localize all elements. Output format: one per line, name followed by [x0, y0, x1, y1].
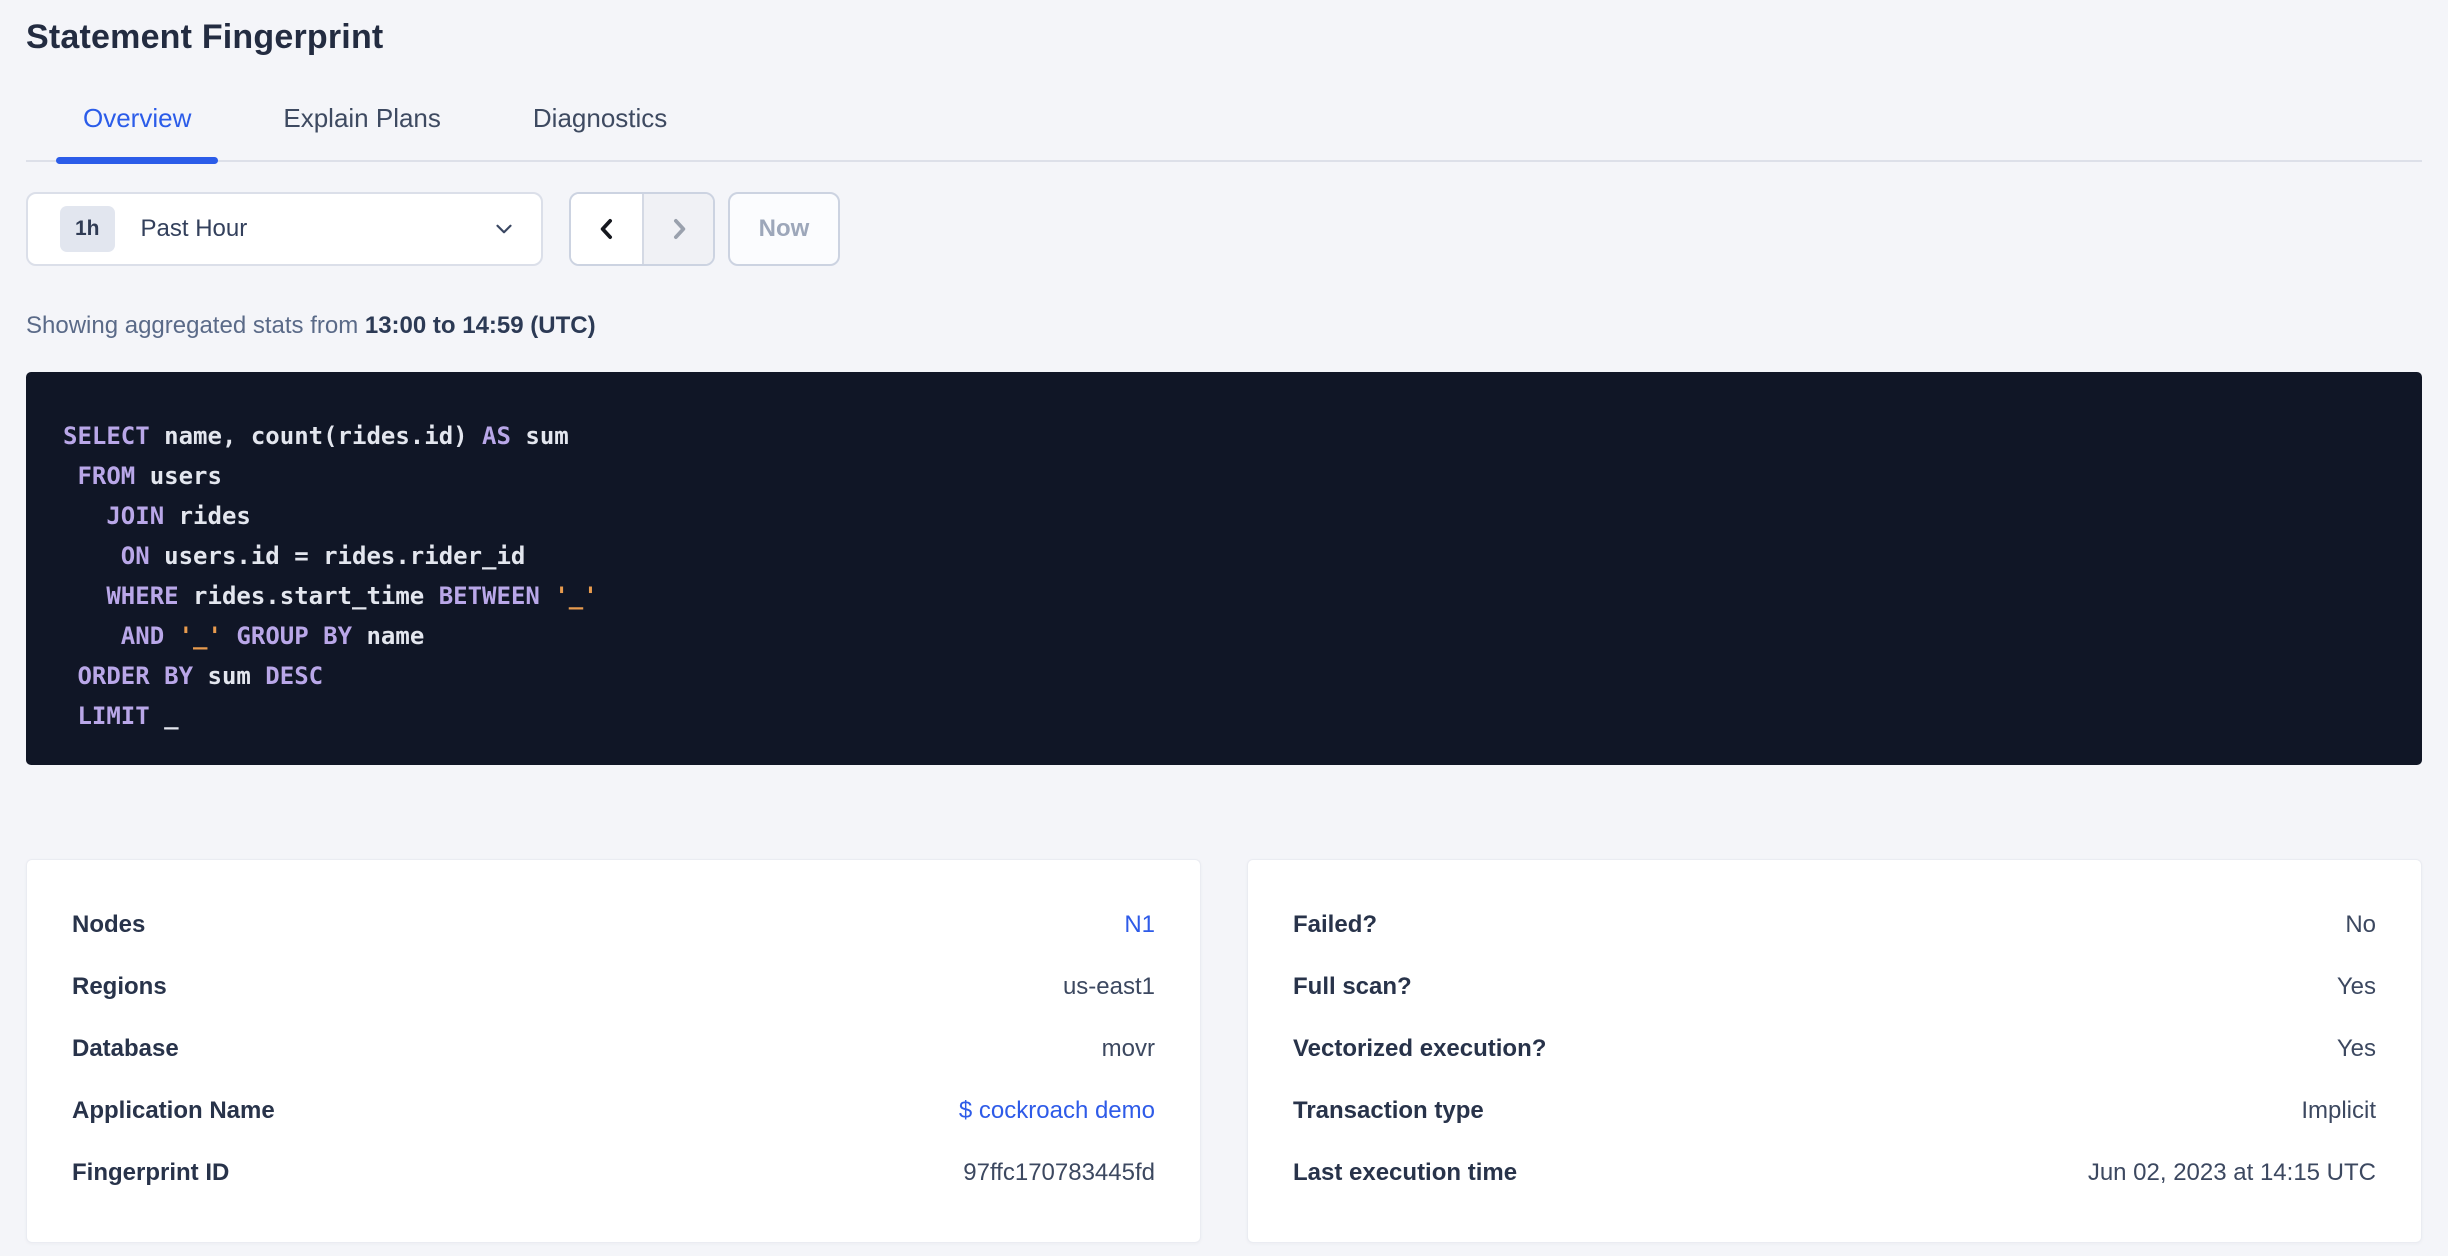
sql-token-kw: AS — [482, 422, 511, 450]
sql-token-kw: JOIN — [106, 502, 165, 530]
sql-token-kw: ON — [120, 542, 150, 570]
page-title: Statement Fingerprint — [26, 18, 384, 56]
aggregated-stats-text: Showing aggregated stats from 13:00 to 1… — [26, 312, 2422, 340]
chevron-left-icon — [600, 219, 612, 239]
sql-token-id — [222, 622, 236, 650]
sql-line: AND '_' GROUP BY name — [63, 616, 2386, 656]
sql-token-id — [63, 662, 77, 690]
sql-token-kw: FROM — [77, 462, 136, 490]
sql-token-id: name — [352, 622, 425, 650]
time-range-badge: 1h — [60, 206, 115, 252]
sql-token-id — [164, 622, 178, 650]
info-label: Nodes — [72, 911, 146, 938]
execution-attributes-card: Failed? No Full scan? Yes Vectorized executi… — [1247, 859, 2422, 1243]
info-label: Application Name — [72, 1097, 275, 1124]
chevron-right-icon — [673, 219, 685, 239]
previous-time-button[interactable] — [571, 194, 642, 264]
info-row: Database movr — [72, 1034, 1155, 1064]
info-value-link[interactable]: N1 — [1124, 910, 1155, 940]
sql-line: ON users.id = rides.rider_id — [63, 536, 2386, 576]
statement-details-card: Nodes N1 Regions us-east1 Database movr Applic… — [26, 859, 1201, 1243]
info-label: Database — [72, 1035, 179, 1062]
statement-fingerprint-page: Statement Fingerprint Overview Explain Pl… — [0, 0, 2448, 1243]
info-value: No — [2345, 911, 2376, 938]
sql-line: FROM users — [63, 456, 2386, 496]
info-value: Jun 02, 2023 at 14:15 UTC — [2087, 1159, 2376, 1186]
sql-token-kw: GROUP BY — [236, 622, 353, 650]
info-label: Vectorized execution? — [1293, 1035, 1547, 1062]
sql-token-id — [63, 582, 106, 610]
info-value-link[interactable]: $ cockroach demo — [959, 1096, 1155, 1126]
sql-token-id: sum — [193, 662, 266, 690]
info-row: Last execution time Jun 02, 2023 at 14:15… — [1293, 1158, 2376, 1188]
info-value: 97ffc170783445fd — [963, 1159, 1155, 1186]
sql-statement-box: SELECT name, count(rides.id) AS sum FROM… — [26, 372, 2422, 765]
sql-token-id: _ — [149, 702, 179, 730]
sql-token-id — [63, 542, 121, 570]
info-row: Regions us-east1 — [72, 972, 1155, 1002]
sql-token-kw: DESC — [265, 662, 324, 690]
tab-diagnostics[interactable]: Diagnostics — [506, 103, 694, 160]
sql-token-kw: WHERE — [106, 582, 179, 610]
info-value: movr — [1101, 1035, 1155, 1062]
time-range-label: Past Hour — [140, 215, 248, 242]
sql-token-kw: SELECT — [63, 422, 150, 450]
sql-token-id: users.id = rides.rider_id — [149, 542, 526, 570]
info-row: Failed? No — [1293, 910, 2376, 940]
info-label: Fingerprint ID — [72, 1159, 230, 1186]
info-label: Failed? — [1293, 911, 1378, 938]
sql-token-id — [63, 622, 121, 650]
sql-line: WHERE rides.start_time BETWEEN '_' — [63, 576, 2386, 616]
sql-token-id — [63, 702, 77, 730]
sql-line: ORDER BY sum DESC — [63, 656, 2386, 696]
sql-token-id: rides.start_time — [178, 582, 439, 610]
sql-token-id — [63, 502, 106, 530]
sql-token-str: '_' — [178, 622, 222, 650]
sql-token-id: users — [135, 462, 222, 490]
info-row: Fingerprint ID 97ffc170783445fd — [72, 1158, 1155, 1188]
sql-token-str: '_' — [554, 582, 598, 610]
sql-token-id: rides — [164, 502, 251, 530]
sql-token-id: name, count(rides.id) — [149, 422, 483, 450]
info-label: Full scan? — [1293, 973, 1412, 1000]
info-value: us-east1 — [1062, 973, 1155, 1000]
sql-token-kw: ORDER BY — [77, 662, 194, 690]
info-row: Nodes N1 — [72, 910, 1155, 940]
info-row: Application Name $ cockroach demo — [72, 1096, 1155, 1126]
info-value: Implicit — [2301, 1097, 2376, 1124]
stats-prefix: Showing aggregated stats from — [26, 312, 365, 339]
sql-token-id: sum — [510, 422, 569, 450]
info-label: Regions — [72, 973, 167, 1000]
sql-token-id — [63, 462, 77, 490]
next-time-button[interactable] — [642, 194, 713, 264]
chevron-down-icon — [496, 224, 512, 234]
sql-line: JOIN rides — [63, 496, 2386, 536]
stats-range: 13:00 to 14:59 (UTC) — [364, 312, 596, 339]
sql-token-kw: LIMIT — [77, 702, 150, 730]
sql-token-kw: AND — [120, 622, 165, 650]
time-range-dropdown[interactable]: 1h Past Hour — [26, 192, 543, 266]
time-controls: 1h Past Hour Now — [26, 192, 2422, 266]
time-nav-group — [569, 192, 715, 266]
info-label: Transaction type — [1293, 1097, 1484, 1124]
info-row: Transaction type Implicit — [1293, 1096, 2376, 1126]
info-value: Yes — [2336, 1035, 2376, 1062]
tab-explain-plans[interactable]: Explain Plans — [256, 103, 468, 160]
sql-token-kw: BETWEEN — [438, 582, 540, 610]
info-row: Full scan? Yes — [1293, 972, 2376, 1002]
tab-bar: Overview Explain Plans Diagnostics — [26, 103, 2422, 164]
info-value: Yes — [2336, 973, 2376, 1000]
tab-overview[interactable]: Overview — [56, 103, 219, 164]
sql-token-id — [540, 582, 554, 610]
summary-cards: Nodes N1 Regions us-east1 Database movr Applic… — [26, 859, 2422, 1243]
now-button[interactable]: Now — [728, 192, 840, 266]
sql-line: SELECT name, count(rides.id) AS sum — [63, 416, 2386, 456]
info-row: Vectorized execution? Yes — [1293, 1034, 2376, 1064]
info-label: Last execution time — [1293, 1159, 1518, 1186]
sql-line: LIMIT _ — [63, 696, 2386, 736]
